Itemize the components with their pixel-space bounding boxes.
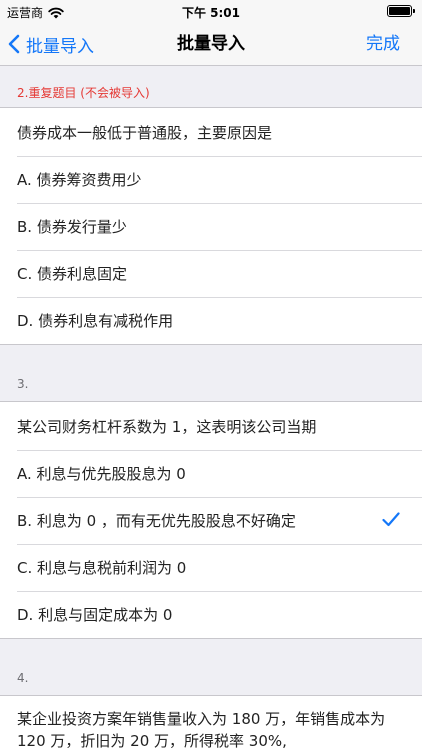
option-b[interactable]: B. 债券发行量少 (0, 203, 422, 250)
question-text[interactable]: 某企业投资方案年销售量收入为 180 万，年销售成本为 120 万，折旧为 20… (0, 696, 422, 750)
status-time: 下午 5:01 (181, 6, 241, 20)
done-button[interactable]: 完成 (366, 22, 400, 66)
question-text[interactable]: 某公司财务杠杆系数为 1，这表明该公司当期 (0, 402, 422, 450)
option-b-label: B. 利息为 0 ，而有无优先股股息不好确定 (17, 512, 296, 530)
back-button-label: 批量导入 (26, 36, 94, 57)
question-group: 某企业投资方案年销售量收入为 180 万，年销售成本为 120 万，折旧为 20… (0, 695, 422, 750)
option-b[interactable]: B. 利息为 0 ，而有无优先股股息不好确定 (0, 497, 422, 544)
option-c[interactable]: C. 利息与息税前利润为 0 (0, 544, 422, 591)
navigation-bar: 批量导入 批量导入 完成 (0, 22, 422, 66)
import-list: 2.重复题目 (不会被导入) 债券成本一般低于普通股，主要原因是 A. 债券筹资… (0, 66, 422, 750)
question-group: 某公司财务杠杆系数为 1，这表明该公司当期 A. 利息与优先股股息为 0 B. … (0, 401, 422, 639)
section-header: 2.重复题目 (不会被导入) (17, 86, 150, 100)
battery-icon (387, 5, 415, 17)
status-bar: 运营商 下午 5:01 (0, 0, 422, 22)
question-text[interactable]: 债券成本一般低于普通股，主要原因是 (0, 108, 422, 156)
option-a[interactable]: A. 债券筹资费用少 (0, 156, 422, 203)
option-a[interactable]: A. 利息与优先股股息为 0 (0, 450, 422, 497)
section-header: 4. (17, 671, 29, 685)
checkmark-icon (382, 512, 400, 527)
back-button[interactable]: 批量导入 (8, 22, 94, 66)
option-d[interactable]: D. 利息与固定成本为 0 (0, 591, 422, 638)
option-d[interactable]: D. 债券利息有减税作用 (0, 297, 422, 344)
section-header: 3. (17, 377, 29, 391)
option-c[interactable]: C. 债券利息固定 (0, 250, 422, 297)
question-group: 债券成本一般低于普通股，主要原因是 A. 债券筹资费用少 B. 债券发行量少 C… (0, 107, 422, 345)
chevron-left-icon (8, 34, 20, 54)
